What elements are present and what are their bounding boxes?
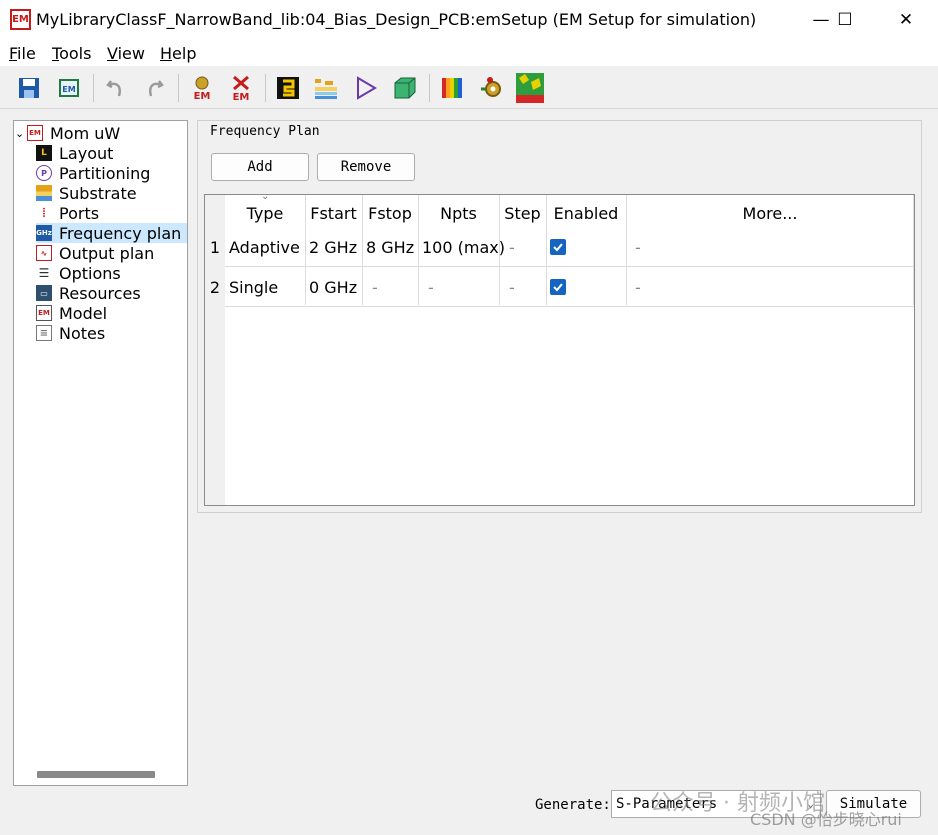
ghz-icon: GHz [36,225,52,241]
em-icon: EM [27,125,43,141]
frequency-plan-table: ⌄ Type Fstart Fstop Npts Step Enabled Mo… [204,191,915,506]
cell-step[interactable]: - [509,267,515,307]
svg-text:EM: EM [194,91,211,101]
menu-tools[interactable]: Tools [52,44,91,63]
output-plan-icon: ∿ [36,245,52,261]
toolbar-separator [178,74,179,102]
check-icon [553,243,563,252]
port-icon[interactable] [350,72,382,104]
undo-icon[interactable] [100,72,132,104]
notes-icon: ≡ [36,325,52,341]
em-simulate-icon[interactable]: EM [186,72,218,104]
tree-item-layout[interactable]: L Layout [36,143,113,163]
tree-horizontal-scrollbar[interactable] [37,771,155,778]
cell-step[interactable]: - [509,227,515,267]
layout-icon: L [36,145,52,161]
column-divider [546,195,547,305]
column-divider [913,195,914,305]
watermark-text-csdn: CSDN @怡步晓心rui [750,810,902,829]
app-em-icon: EM [10,9,31,30]
column-divider [362,195,363,305]
maximize-button[interactable]: ☐ [822,0,868,40]
color-palette-icon[interactable] [436,72,468,104]
tree-item-substrate[interactable]: Substrate [36,183,137,203]
column-header-enabled[interactable]: Enabled [546,195,626,231]
cell-fstop[interactable]: - [372,267,378,307]
add-button[interactable]: Add [211,153,309,181]
cell-fstart[interactable]: 2 GHz [309,227,357,267]
generate-label: Generate: [535,797,611,813]
column-divider [418,195,419,305]
svg-text:EM: EM [62,85,75,94]
model-icon: EM [36,305,52,321]
toolbar-separator [429,74,430,102]
window-title: MyLibraryClassF_NarrowBand_lib:04_Bias_D… [36,10,757,29]
cell-npts[interactable]: 100 (max) [422,227,505,267]
toolbar: EM EM EM [0,66,938,109]
toolbar-separator [265,74,266,102]
tree-item-output-plan[interactable]: ∿ Output plan [36,243,154,263]
substrate-icon[interactable] [310,72,342,104]
title-bar: EM MyLibraryClassF_NarrowBand_lib:04_Bia… [0,0,938,40]
layout-icon[interactable] [272,72,304,104]
column-header-more[interactable]: More... [626,195,914,231]
options-list-icon: ☰ [38,266,50,280]
cell-enabled[interactable] [550,267,566,307]
group-title: Frequency Plan [208,124,322,139]
menu-help[interactable]: Help [160,44,196,63]
column-divider [305,195,306,305]
ports-icon: ⦙ [42,205,46,220]
cell-type[interactable]: Adaptive [229,227,300,267]
cell-more[interactable]: - [635,267,641,307]
menu-file[interactable]: File [9,44,36,63]
svg-text:EM: EM [233,92,250,101]
redo-icon[interactable] [138,72,170,104]
cell-type[interactable]: Single [229,267,278,307]
partitioning-icon: P [36,165,52,181]
cell-npts[interactable]: - [428,267,434,307]
tree-item-ports[interactable]: ⦙ Ports [36,203,99,223]
field-plot-icon[interactable] [514,72,546,104]
settings-gear-icon[interactable] [475,72,507,104]
3d-view-icon[interactable] [389,72,421,104]
column-header-step[interactable]: Step [499,195,546,231]
row-number: 2 [209,277,221,297]
column-divider [626,195,627,305]
column-header-fstart[interactable]: Fstart [305,195,362,231]
toolbar-separator [93,74,94,102]
enabled-checkbox[interactable] [550,279,566,295]
column-header-npts[interactable]: Npts [418,195,499,231]
cell-fstart[interactable]: 0 GHz [309,267,357,307]
save-icon[interactable] [13,72,45,104]
check-icon [553,283,563,292]
monitor-icon: ▭ [36,285,52,301]
tree-item-model[interactable]: EM Model [36,303,107,323]
menu-bar: File Tools View Help [0,40,938,66]
remove-button[interactable]: Remove [317,153,415,181]
column-header-type[interactable]: Type [225,195,305,231]
tree-item-frequency-plan[interactable]: GHz Frequency plan [36,223,187,243]
cell-more[interactable]: - [635,227,641,267]
tree-root-mom-uw[interactable]: ⌄ EM Mom uW [15,123,120,143]
cell-enabled[interactable] [550,227,566,267]
menu-view[interactable]: View [107,44,145,63]
close-button[interactable]: ✕ [883,0,929,40]
tree-item-options[interactable]: ☰ Options [36,263,121,283]
enabled-checkbox[interactable] [550,239,566,255]
cell-fstop[interactable]: 8 GHz [366,227,414,267]
em-import-icon[interactable]: EM [53,72,85,104]
setup-tree: ⌄ EM Mom uW L Layout P Partitioning Subs… [13,120,188,786]
chevron-down-icon[interactable]: ⌄ [15,127,27,140]
column-header-fstop[interactable]: Fstop [362,195,418,231]
substrate-icon [36,185,52,201]
row-number: 1 [209,237,221,257]
tree-item-notes[interactable]: ≡ Notes [36,323,105,343]
tree-item-resources[interactable]: ▭ Resources [36,283,141,303]
tree-item-partitioning[interactable]: P Partitioning [36,163,150,183]
em-stop-icon[interactable]: EM [225,72,257,104]
